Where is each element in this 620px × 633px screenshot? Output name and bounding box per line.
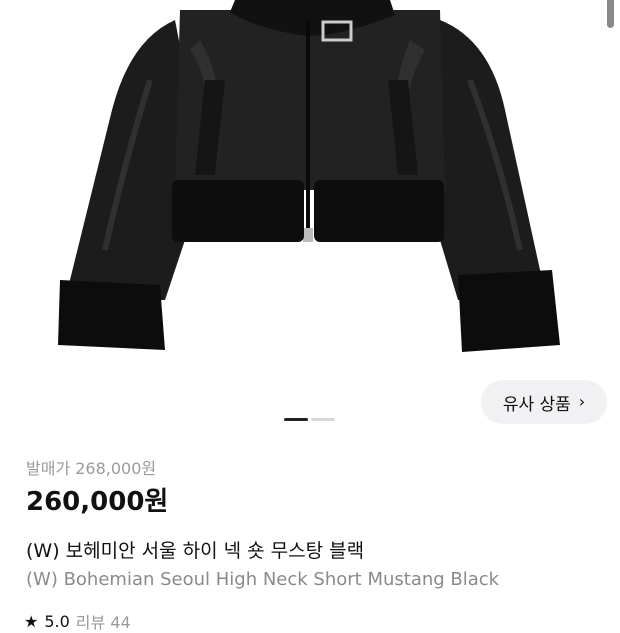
product-image[interactable] xyxy=(0,0,620,440)
carousel-dot[interactable] xyxy=(284,418,308,421)
product-name-english: (W) Bohemian Seoul High Neck Short Musta… xyxy=(26,569,500,590)
similar-products-button[interactable]: 유사 상품 › xyxy=(481,380,607,424)
carousel-indicator xyxy=(284,418,335,422)
jacket-illustration xyxy=(58,0,560,352)
scroll-handle[interactable] xyxy=(607,0,614,28)
star-icon: ★ xyxy=(24,611,39,631)
product-name-korean: (W) 보헤미안 서울 하이 넥 숏 무스탕 블랙 xyxy=(26,540,365,562)
rating-value: 5.0 xyxy=(44,611,70,631)
similar-products-label: 유사 상품 xyxy=(502,394,571,415)
chevron-right-icon: › xyxy=(578,392,586,411)
rating-row[interactable]: ★ 5.0 리뷰 44 xyxy=(24,609,131,633)
price: 260,000원 xyxy=(26,487,169,517)
carousel-dot[interactable] xyxy=(311,418,335,421)
original-price: 발매가 268,000원 xyxy=(26,459,157,478)
review-count: 리뷰 44 xyxy=(75,613,131,632)
